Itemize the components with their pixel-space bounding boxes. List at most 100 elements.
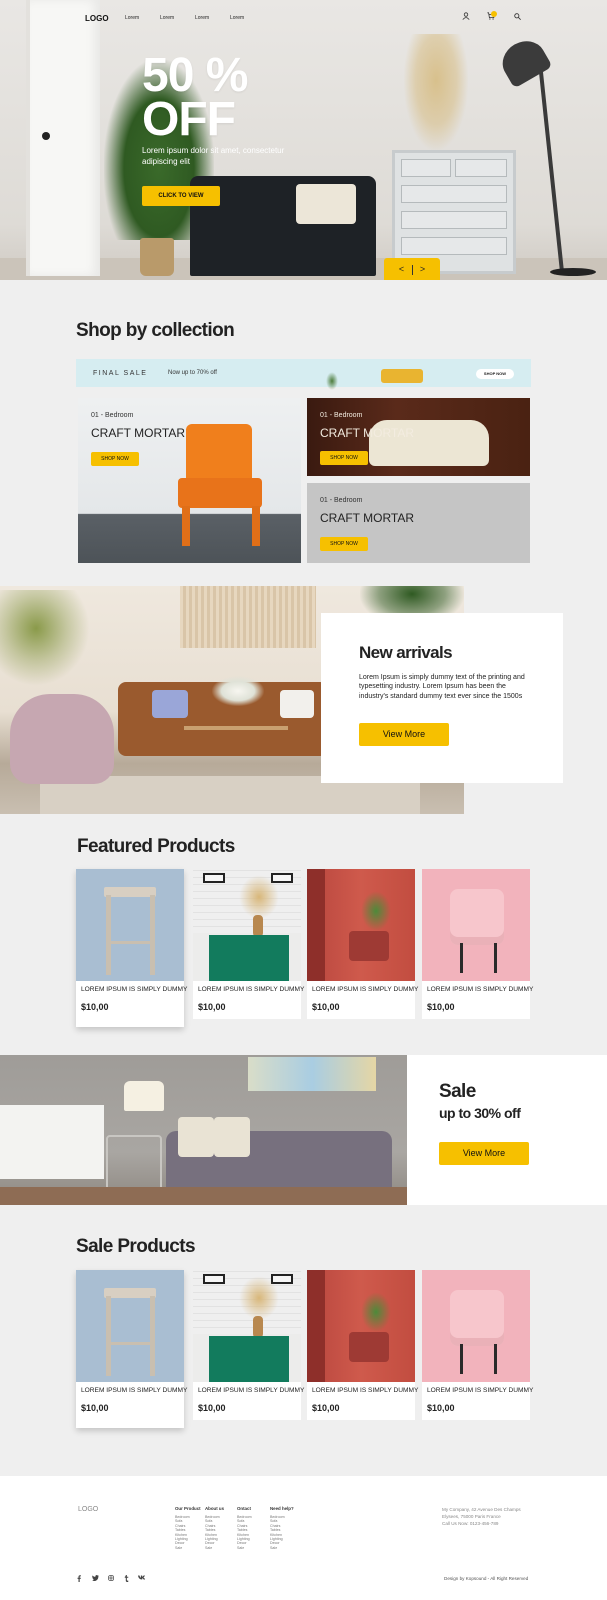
nav-link-2[interactable]: Lorem <box>160 15 174 21</box>
footer-column-heading: Our Product <box>175 1506 201 1511</box>
final-sale-banner[interactable]: FINAL SALE Now up to 70% off SHOP NOW <box>76 359 531 390</box>
orange-chair-seat <box>178 478 262 508</box>
search-icon[interactable] <box>511 12 523 24</box>
stool-seat <box>104 887 156 897</box>
wall-hanging-image <box>180 586 316 648</box>
nav-link-3[interactable]: Lorem <box>195 15 209 21</box>
footer-column-heading: Ontact <box>237 1506 251 1511</box>
footer-link[interactable]: Sale <box>270 1546 294 1550</box>
product-card[interactable]: LOREM IPSUM IS SIMPLY DUMMY $10,00 <box>422 1270 534 1420</box>
shadow-wall <box>307 1270 325 1382</box>
stool-leg <box>150 895 155 975</box>
picture-frame <box>203 873 225 883</box>
footer-column-products: Our Product Bedroom Sofa Chairs Tables K… <box>175 1506 201 1550</box>
sale-subtitle: up to 30% off <box>439 1105 521 1121</box>
next-arrow-icon[interactable]: > <box>413 258 433 280</box>
drawer <box>401 211 507 229</box>
product-card[interactable]: LOREM IPSUM IS SIMPLY DUMMY $10,00 <box>193 869 304 1019</box>
pillow-image <box>280 690 314 718</box>
tumblr-icon[interactable] <box>121 1575 131 1584</box>
product-card[interactable]: LOREM IPSUM IS SIMPLY DUMMY $10,00 <box>76 869 187 1027</box>
twitter-icon[interactable] <box>90 1575 100 1583</box>
chair-leg <box>494 943 497 973</box>
footer-link[interactable]: Sale <box>175 1546 201 1550</box>
footer-link[interactable]: Sale <box>237 1546 252 1550</box>
sale-title: Sale <box>439 1081 476 1102</box>
collection-card-2[interactable]: 01 - Bedroom CRAFT MORTAR SHOP NOW <box>307 398 530 476</box>
collection-card-1[interactable]: 01 - Bedroom CRAFT MORTAR SHOP NOW <box>78 398 301 563</box>
prev-arrow-icon[interactable]: < <box>392 258 412 280</box>
hero-banner: LOGO Lorem Lorem Lorem Lorem 50 % OFF Lo… <box>0 0 607 280</box>
sale-view-more-button[interactable]: View More <box>439 1142 529 1165</box>
chair-leg <box>182 506 190 546</box>
product-image <box>76 1270 184 1382</box>
facebook-icon[interactable] <box>74 1575 84 1584</box>
product-image <box>193 869 301 981</box>
new-arrivals-panel: New arrivals Lorem Ipsum is simply dummy… <box>321 613 563 783</box>
red-chair-image <box>349 931 389 961</box>
collection-shop-button[interactable]: SHOP NOW <box>320 537 368 551</box>
product-card[interactable]: LOREM IPSUM IS SIMPLY DUMMY $10,00 <box>193 1270 304 1420</box>
picture-frame <box>203 1274 225 1284</box>
vk-icon[interactable] <box>137 1575 147 1582</box>
product-card[interactable]: LOREM IPSUM IS SIMPLY DUMMY $10,00 <box>307 1270 419 1420</box>
product-card[interactable]: LOREM IPSUM IS SIMPLY DUMMY $10,00 <box>76 1270 188 1428</box>
collection-shop-button[interactable]: SHOP NOW <box>320 451 368 465</box>
painting-image <box>248 1057 376 1091</box>
product-price: $10,00 <box>81 1002 109 1012</box>
new-arrivals-view-more-button[interactable]: View More <box>359 723 449 746</box>
product-card[interactable]: LOREM IPSUM IS SIMPLY DUMMY $10,00 <box>422 869 533 1019</box>
chair-leg <box>460 1344 463 1374</box>
collection-category: 01 - Bedroom <box>91 412 134 419</box>
copyright-text: Design by Kopsound - All Right Reserved <box>444 1576 529 1581</box>
chair-leg <box>252 506 260 546</box>
product-image <box>422 869 530 981</box>
top-nav: LOGO Lorem Lorem Lorem Lorem <box>0 10 607 30</box>
red-chair-image <box>349 1332 389 1362</box>
collection-card-3[interactable]: 01 - Bedroom CRAFT MORTAR SHOP NOW <box>307 483 530 563</box>
nav-link-4[interactable]: Lorem <box>230 15 244 21</box>
plant-pot-image <box>140 238 174 276</box>
collection-category: 01 - Bedroom <box>320 412 363 419</box>
banner-sofa-image <box>381 369 423 383</box>
footer-column-heading: About us <box>205 1506 225 1511</box>
product-name: LOREM IPSUM IS SIMPLY DUMMY <box>81 1387 188 1394</box>
orange-chair-image <box>186 424 252 486</box>
collection-card-title: CRAFT MORTAR <box>320 511 415 525</box>
final-sale-shop-button[interactable]: SHOP NOW <box>476 369 514 379</box>
nav-link-1[interactable]: Lorem <box>125 15 139 21</box>
collection-card-title: CRAFT MORTAR <box>91 426 186 440</box>
dresser-image <box>392 150 516 274</box>
sale-panel: Sale up to 30% off View More <box>407 1055 607 1205</box>
user-icon[interactable] <box>460 12 472 24</box>
product-card[interactable]: LOREM IPSUM IS SIMPLY DUMMY $10,00 <box>307 869 418 1019</box>
sale-products-title: Sale Products <box>76 1236 196 1257</box>
pink-armchair-image <box>450 889 504 945</box>
product-name: LOREM IPSUM IS SIMPLY DUMMY <box>427 1387 534 1394</box>
product-price: $10,00 <box>312 1002 340 1012</box>
hero-subtitle: Lorem ipsum dolor sit amet, consectetur … <box>142 146 285 166</box>
instagram-icon[interactable] <box>106 1575 116 1583</box>
hero-cta-button[interactable]: CLICK TO VIEW <box>142 186 220 206</box>
final-sale-text: Now up to 70% off <box>168 370 217 376</box>
green-cabinet-image <box>209 1336 289 1382</box>
product-price: $10,00 <box>198 1403 226 1413</box>
cushion-image <box>178 1117 214 1157</box>
product-price: $10,00 <box>427 1002 455 1012</box>
stool-leg <box>106 1296 111 1376</box>
site-logo[interactable]: LOGO <box>85 14 109 23</box>
collection-shop-button[interactable]: SHOP NOW <box>91 452 139 466</box>
drawer <box>401 159 451 177</box>
vase-image <box>253 915 263 937</box>
flowers-image <box>212 676 264 706</box>
stool-bar <box>110 941 152 944</box>
footer-logo[interactable]: LOGO <box>78 1506 98 1513</box>
vase-image <box>253 1316 263 1338</box>
phone-line: Call Us Now: 0123-456-789 <box>442 1521 499 1526</box>
product-name: LOREM IPSUM IS SIMPLY DUMMY <box>312 1387 419 1394</box>
product-image <box>193 1270 301 1382</box>
cart-count-badge <box>491 11 497 17</box>
footer-link[interactable]: Sale <box>205 1546 224 1550</box>
pillow-image <box>152 690 188 718</box>
hero-slider-controls: < > <box>384 258 440 280</box>
